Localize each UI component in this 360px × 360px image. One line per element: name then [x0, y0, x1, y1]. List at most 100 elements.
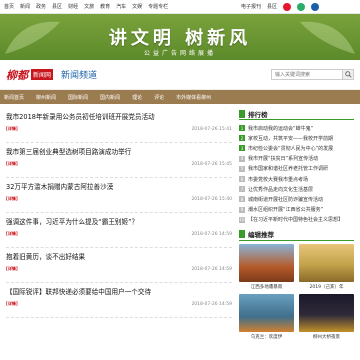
banner-subtitle: 公益广告网络展播: [143, 50, 216, 57]
article-title[interactable]: 强调这件事，习近平为什么提及“霸王别姬”？: [6, 218, 232, 227]
top-nav-ent[interactable]: 文娱: [132, 3, 142, 10]
rank-item[interactable]: 6 市委党校大赛我市重点考场: [239, 174, 354, 184]
article-detail-link[interactable]: [详情]: [6, 301, 18, 307]
rank-item-label[interactable]: 我市国家和谐社区养老托管工作调研: [248, 165, 328, 172]
menu-outside-media[interactable]: 市外媒体看柳州: [176, 94, 211, 101]
rank-item-label[interactable]: 家校互动，共筑平安——我校开学前期: [248, 135, 333, 142]
article-title[interactable]: 【国际锐评】联邦快递必须要给中国用户一个交待: [6, 288, 232, 297]
top-nav-gov[interactable]: 政务: [36, 3, 46, 10]
pick-caption[interactable]: 乌克兰：欢度伊: [239, 334, 294, 340]
rank-section-title: 排行榜: [239, 108, 354, 120]
pick-item[interactable]: 乌克兰：欢度伊: [239, 293, 294, 340]
article-list: 我市2018年新录用公务员初任培训班开展党员活动 [详情] 2018-07-26…: [6, 108, 232, 340]
top-nav-news[interactable]: 新闻: [20, 3, 30, 10]
top-nav-edu[interactable]: 教育: [100, 3, 110, 10]
rank-item-label[interactable]: 市委党校大赛我市重点考场: [248, 176, 308, 183]
banner-ad[interactable]: 讲文明 树新风 公益广告网络展播: [0, 14, 360, 60]
wechat-icon[interactable]: [297, 2, 306, 11]
pick-item[interactable]: 柳州大桥夜景: [299, 293, 354, 340]
channel-name: 新闻频道: [61, 71, 98, 81]
rank-number: 2: [239, 135, 245, 142]
rank-item[interactable]: 10 【在习近平新时代中国特色社会主义思想】: [239, 215, 354, 225]
menu-comment[interactable]: 评论: [154, 94, 164, 101]
menu-international[interactable]: 国际新闻: [68, 94, 88, 101]
article-item[interactable]: 我市2018年新录用公务员初任培训班开展党员活动 [详情] 2018-07-26…: [6, 108, 232, 143]
pick-caption[interactable]: 江西多地遭暴雨: [239, 284, 294, 290]
search-button[interactable]: [343, 69, 354, 80]
pick-caption[interactable]: 2019（己亥）年: [299, 284, 354, 290]
search-input[interactable]: [271, 69, 343, 80]
logo-box: 新闻网: [31, 69, 54, 80]
article-item[interactable]: 【国际锐评】联邦快递必须要给中国用户一个交待 [详情] 2018-07-26 1…: [6, 283, 232, 318]
article-title[interactable]: 抱着旧黄历，谈不出好结果: [6, 253, 232, 262]
top-nav-special[interactable]: 专题专栏: [148, 3, 168, 10]
top-right: 电子报刊 县区: [241, 2, 356, 11]
sidebar: 排行榜 1 我市启动我的运动会“蝉牛鬼” 2 家校互动，共筑平安——我校开学前期 3…: [239, 108, 354, 340]
article-detail-link[interactable]: [详情]: [6, 126, 18, 132]
menu-domestic[interactable]: 国内新闻: [100, 94, 120, 101]
menu-theory[interactable]: 理论: [132, 94, 142, 101]
article-meta: [详情] 2018-07-26 14:59: [6, 266, 232, 272]
menu-liuzhou-news[interactable]: 柳州新闻: [36, 94, 56, 101]
article-detail-link[interactable]: [详情]: [6, 196, 18, 202]
rank-item-label[interactable]: 我市启动我的运动会“蝉牛鬼”: [248, 125, 313, 132]
rank-item[interactable]: 8 城南街道开展社区防诈骗宣传活动: [239, 194, 354, 204]
top-nav-county[interactable]: 县区: [52, 3, 62, 10]
rank-item-label[interactable]: 城南街道开展社区防诈骗宣传活动: [248, 196, 323, 203]
search-icon: [344, 71, 352, 78]
e-paper-link[interactable]: 电子报刊: [241, 3, 261, 10]
county-link[interactable]: 县区: [267, 3, 277, 10]
article-meta: [详情] 2018-07-26 15:40: [6, 196, 232, 202]
picks-section-title: 编辑推荐: [239, 229, 354, 241]
pick-image[interactable]: [239, 243, 294, 282]
rank-number: 5: [239, 165, 245, 172]
rank-number: 9: [239, 206, 245, 213]
top-nav-finance[interactable]: 财经: [68, 3, 78, 10]
rank-item-label[interactable]: 市纪检公委会“贯彻人民为中心”的发展: [248, 145, 333, 152]
pick-item[interactable]: 江西多地遭暴雨: [239, 243, 294, 290]
section-bar-icon: [239, 230, 245, 239]
article-title[interactable]: 我市第三届创业典型选树项目路演成功举行: [6, 148, 232, 157]
rank-item[interactable]: 9 潮水区组织开展“江西省公共服务”: [239, 205, 354, 215]
rank-item[interactable]: 3 市纪检公委会“贯彻人民为中心”的发展: [239, 143, 354, 153]
mobile-icon[interactable]: [311, 2, 320, 11]
article-item[interactable]: 32万平方滥木捐赠内蒙古阿拉善沙漠 [详情] 2018-07-26 15:40: [6, 178, 232, 213]
top-nav-culture[interactable]: 文旅: [84, 3, 94, 10]
pick-item[interactable]: 2019（己亥）年: [299, 243, 354, 290]
logo-mark: 柳都: [6, 68, 28, 82]
article-meta: [详情] 2018-07-26 14:59: [6, 301, 232, 307]
pick-image[interactable]: [239, 293, 294, 332]
rank-item[interactable]: 1 我市启动我的运动会“蝉牛鬼”: [239, 123, 354, 133]
article-detail-link[interactable]: [详情]: [6, 231, 18, 237]
rank-item[interactable]: 7 让优秀作品走向文化生活基层: [239, 184, 354, 194]
rank-item-label[interactable]: 我市开展“扶贫日”系列宣传活动: [248, 155, 318, 162]
article-title[interactable]: 32万平方滥木捐赠内蒙古阿拉善沙漠: [6, 183, 232, 192]
menu-news-home[interactable]: 新闻首页: [4, 94, 24, 101]
pick-image[interactable]: [299, 293, 354, 332]
article-detail-link[interactable]: [详情]: [6, 161, 18, 167]
rank-item-label[interactable]: 让优秀作品走向文化生活基层: [248, 186, 313, 193]
rank-item[interactable]: 5 我市国家和谐社区养老托管工作调研: [239, 164, 354, 174]
rank-number: 1: [239, 125, 245, 132]
article-date: 2018-07-26 15:40: [191, 196, 232, 202]
rank-number: 3: [239, 145, 245, 152]
article-item[interactable]: 抱着旧黄历，谈不出好结果 [详情] 2018-07-26 14:59: [6, 248, 232, 283]
article-date: 2018-07-26 15:45: [191, 161, 232, 167]
top-nav-auto[interactable]: 汽车: [116, 3, 126, 10]
top-nav-home[interactable]: 首页: [4, 3, 14, 10]
article-item[interactable]: 我市第三届创业典型选树项目路演成功举行 [详情] 2018-07-26 15:4…: [6, 143, 232, 178]
rank-number: 7: [239, 186, 245, 193]
site-logo[interactable]: 柳都 新闻网: [6, 67, 54, 83]
article-title[interactable]: 我市2018年新录用公务员初任培训班开展党员活动: [6, 113, 232, 122]
site-header: 柳都 新闻网 新闻频道: [0, 60, 360, 90]
article-detail-link[interactable]: [详情]: [6, 266, 18, 272]
pick-caption[interactable]: 柳州大桥夜景: [299, 334, 354, 340]
rank-item[interactable]: 4 我市开展“扶贫日”系列宣传活动: [239, 154, 354, 164]
weibo-icon[interactable]: [283, 2, 292, 11]
rank-item-label[interactable]: 潮水区组织开展“江西省公共服务”: [248, 206, 323, 213]
article-item[interactable]: 强调这件事，习近平为什么提及“霸王别姬”？ [详情] 2018-07-26 14…: [6, 213, 232, 248]
pick-image[interactable]: [299, 243, 354, 282]
rank-item[interactable]: 2 家校互动，共筑平安——我校开学前期: [239, 133, 354, 143]
rank-item-label[interactable]: 【在习近平新时代中国特色社会主义思想】: [248, 216, 343, 223]
section-bar-icon: [239, 109, 245, 118]
